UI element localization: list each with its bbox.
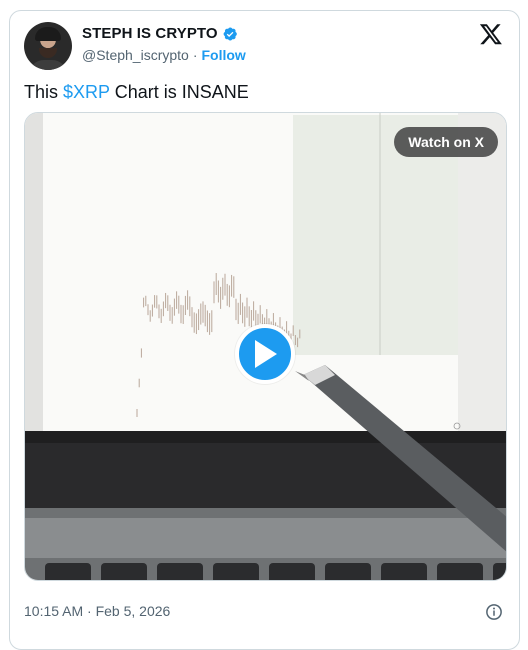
verified-badge-icon <box>223 26 237 41</box>
info-icon[interactable] <box>485 603 503 621</box>
avatar[interactable] <box>24 22 72 70</box>
handle-separator: · <box>192 47 198 63</box>
x-logo-icon[interactable] <box>479 22 503 46</box>
author-name[interactable]: STEPH IS CRYPTO <box>82 25 218 42</box>
tweet-text: This $XRP Chart is INSANE <box>24 81 249 103</box>
thumbnail-key <box>45 563 91 580</box>
author-name-row[interactable]: STEPH IS CRYPTO <box>82 25 238 42</box>
tweet-header: STEPH IS CRYPTO @Steph_iscrypto · Follow <box>24 22 505 70</box>
thumbnail-key <box>269 563 315 580</box>
thumbnail-key <box>437 563 483 580</box>
thumbnail-key <box>213 563 259 580</box>
cashtag-link[interactable]: $XRP <box>63 82 110 102</box>
video-media[interactable]: Watch on X <box>24 112 507 581</box>
handle-row: @Steph_iscrypto · Follow <box>82 47 246 63</box>
tweet-text-prefix: This <box>24 82 64 102</box>
follow-button[interactable]: Follow <box>202 47 246 63</box>
thumbnail-key <box>493 563 506 580</box>
tweet-text-suffix: Chart is INSANE <box>109 82 249 102</box>
thumbnail-key <box>381 563 427 580</box>
play-button[interactable] <box>235 324 295 384</box>
thumbnail-key <box>325 563 371 580</box>
author-handle[interactable]: @Steph_iscrypto <box>82 47 189 63</box>
tweet-timestamp[interactable]: 10:15 AM · Feb 5, 2026 <box>24 603 170 619</box>
thumbnail-key <box>101 563 147 580</box>
tweet-card[interactable]: STEPH IS CRYPTO @Steph_iscrypto · Follow… <box>9 10 520 650</box>
watch-on-x-button[interactable]: Watch on X <box>394 127 498 157</box>
play-icon <box>255 340 277 368</box>
thumbnail-key <box>157 563 203 580</box>
